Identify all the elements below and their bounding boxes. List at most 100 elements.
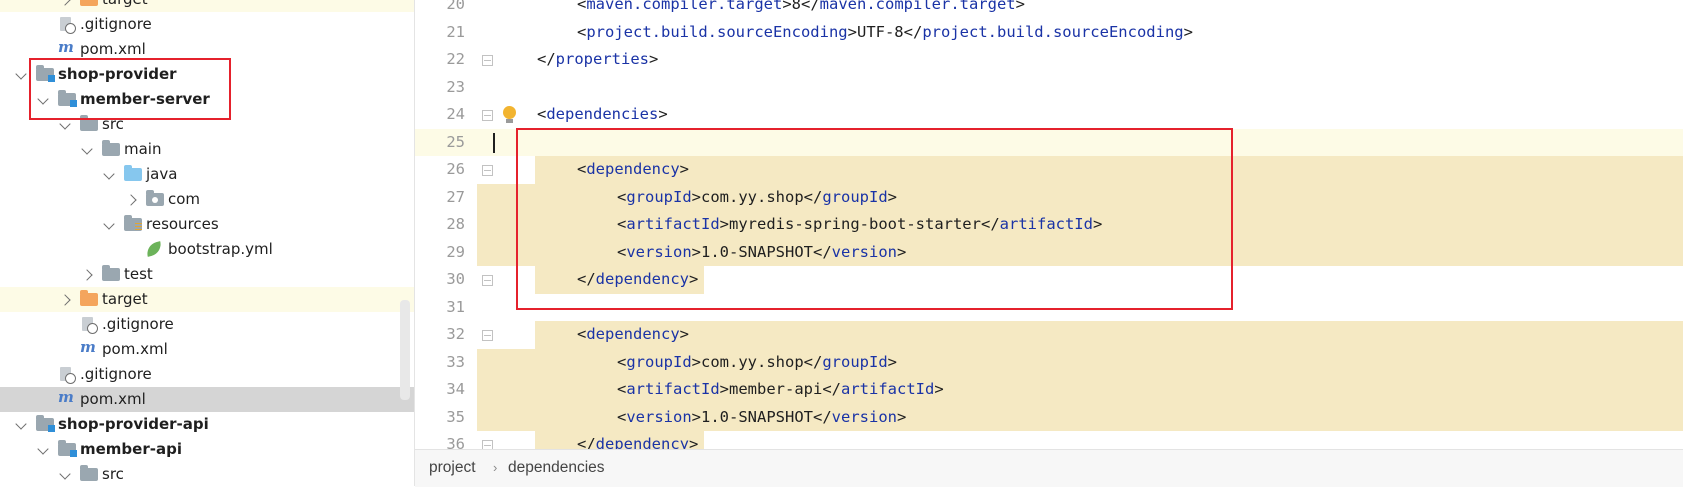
tree-row[interactable]: member-api (0, 437, 414, 462)
code-text: <dependencies> (537, 105, 668, 123)
code-text: <groupId>com.yy.shop</groupId> (617, 352, 898, 371)
tree-row[interactable]: target (0, 287, 414, 312)
code-line[interactable]: 22 </properties> (415, 46, 1683, 74)
tree-row[interactable]: com (0, 187, 414, 212)
tree-row[interactable]: m pom.xml (0, 387, 414, 412)
line-number: 20 (446, 0, 465, 13)
chevron-down-icon[interactable] (14, 412, 28, 437)
code-line[interactable]: 21 <project.build.sourceEncoding>UTF-8</p… (415, 19, 1683, 47)
maven-file-icon: m (58, 388, 74, 406)
chevron-down-icon[interactable] (36, 437, 50, 462)
tree-row[interactable]: shop-provider-api (0, 412, 414, 437)
breadcrumb-item-project[interactable]: project (429, 450, 476, 486)
folder-icon (102, 265, 120, 282)
text-caret (493, 132, 495, 153)
fold-marker-icon[interactable] (482, 110, 493, 121)
tree-item-label: main (124, 140, 162, 158)
tree-item-label: pom.xml (102, 340, 168, 358)
tree-row[interactable]: test (0, 262, 414, 287)
chevron-right-icon[interactable] (124, 187, 138, 212)
code-line[interactable]: 35 <version>1.0-SNAPSHOT</version> (415, 403, 1683, 431)
tree-item-label: pom.xml (80, 390, 146, 408)
chevron-down-icon[interactable] (102, 162, 116, 187)
chevron-right-icon[interactable] (80, 262, 94, 287)
tree-item-label: test (124, 265, 153, 283)
tree-row[interactable]: .gitignore (0, 312, 414, 337)
tree-row[interactable]: bootstrap.yml (0, 237, 414, 262)
line-number: 26 (446, 160, 465, 178)
breadcrumb-item-dependencies[interactable]: dependencies (508, 450, 605, 486)
tree-item-label: target (102, 290, 148, 308)
maven-file-icon: m (58, 38, 74, 56)
chevron-right-icon[interactable] (58, 0, 72, 12)
code-line[interactable]: 23 (415, 74, 1683, 102)
line-number: 22 (446, 50, 465, 68)
tree-item-label: target (102, 0, 148, 12)
breadcrumb-separator-icon: › (493, 460, 498, 475)
folder-icon (124, 215, 142, 232)
chevron-down-icon[interactable] (80, 137, 94, 162)
code-line[interactable]: 20 <maven.compiler.target>8</maven.compil… (415, 0, 1683, 19)
intention-bulb-icon[interactable] (503, 106, 516, 123)
tree-item-label: resources (146, 215, 219, 233)
code-text: </dependency> (577, 435, 699, 449)
chevron-down-icon[interactable] (58, 462, 72, 486)
line-number: 23 (446, 77, 465, 96)
fold-marker-icon[interactable] (482, 275, 493, 286)
line-number: 27 (446, 187, 465, 206)
code-text: <dependency> (577, 325, 690, 343)
spring-leaf-icon (144, 241, 164, 257)
line-number: 29 (446, 242, 465, 261)
tree-item-label: .gitignore (80, 365, 152, 383)
code-line[interactable]: 24 <dependencies> (415, 101, 1683, 129)
maven-file-icon: m (80, 338, 96, 356)
tree-item-label: shop-provider-api (58, 415, 209, 433)
code-line[interactable]: 34 <artifactId>member-api</artifactId> (415, 376, 1683, 404)
ignore-file-icon (58, 17, 76, 34)
line-number: 30 (446, 270, 465, 288)
folder-icon (80, 0, 98, 7)
ignore-file-icon (58, 367, 76, 384)
fold-marker-icon[interactable] (482, 440, 493, 449)
package-icon (146, 190, 164, 207)
tree-item-label: .gitignore (102, 315, 174, 333)
tree-item-label: .gitignore (80, 15, 152, 33)
code-line[interactable]: 36 </dependency> (415, 431, 1683, 449)
tree-row[interactable]: .gitignore (0, 362, 414, 387)
module-icon (36, 415, 55, 432)
code-text: </properties> (537, 50, 659, 68)
tree-item-label: java (146, 165, 178, 183)
line-number: 34 (446, 380, 465, 398)
line-number: 28 (446, 215, 465, 233)
fold-marker-icon[interactable] (482, 165, 493, 176)
tree-scrollbar[interactable] (400, 300, 410, 400)
tree-item-label: src (102, 465, 124, 483)
folder-icon (80, 290, 98, 307)
line-number: 33 (446, 352, 465, 371)
tree-row[interactable]: java (0, 162, 414, 187)
code-text: <version>1.0-SNAPSHOT</version> (617, 407, 907, 426)
line-number: 36 (446, 435, 465, 449)
folder-icon (102, 140, 120, 157)
code-text: <maven.compiler.target>8</maven.compiler… (577, 0, 1025, 13)
fold-marker-icon[interactable] (482, 330, 493, 341)
line-number: 32 (446, 325, 465, 343)
tree-row[interactable]: m pom.xml (0, 337, 414, 362)
chevron-down-icon[interactable] (14, 62, 28, 87)
chevron-right-icon[interactable] (58, 287, 72, 312)
folder-icon (80, 465, 98, 482)
tree-item-label: bootstrap.yml (168, 240, 273, 258)
tree-row[interactable]: main (0, 137, 414, 162)
annotation-box-modules (29, 58, 231, 120)
tree-row[interactable]: src (0, 462, 414, 486)
tree-item-label: com (168, 190, 201, 208)
line-number: 35 (446, 407, 465, 426)
annotation-box-dependency (516, 128, 1233, 310)
fold-marker-icon[interactable] (482, 55, 493, 66)
tree-row[interactable]: resources (0, 212, 414, 237)
code-line[interactable]: 32 <dependency> (415, 321, 1683, 349)
code-line[interactable]: 33 <groupId>com.yy.shop</groupId> (415, 348, 1683, 376)
tree-row[interactable]: .gitignore (0, 12, 414, 37)
chevron-down-icon[interactable] (102, 212, 116, 237)
tree-row[interactable]: target (0, 0, 414, 12)
